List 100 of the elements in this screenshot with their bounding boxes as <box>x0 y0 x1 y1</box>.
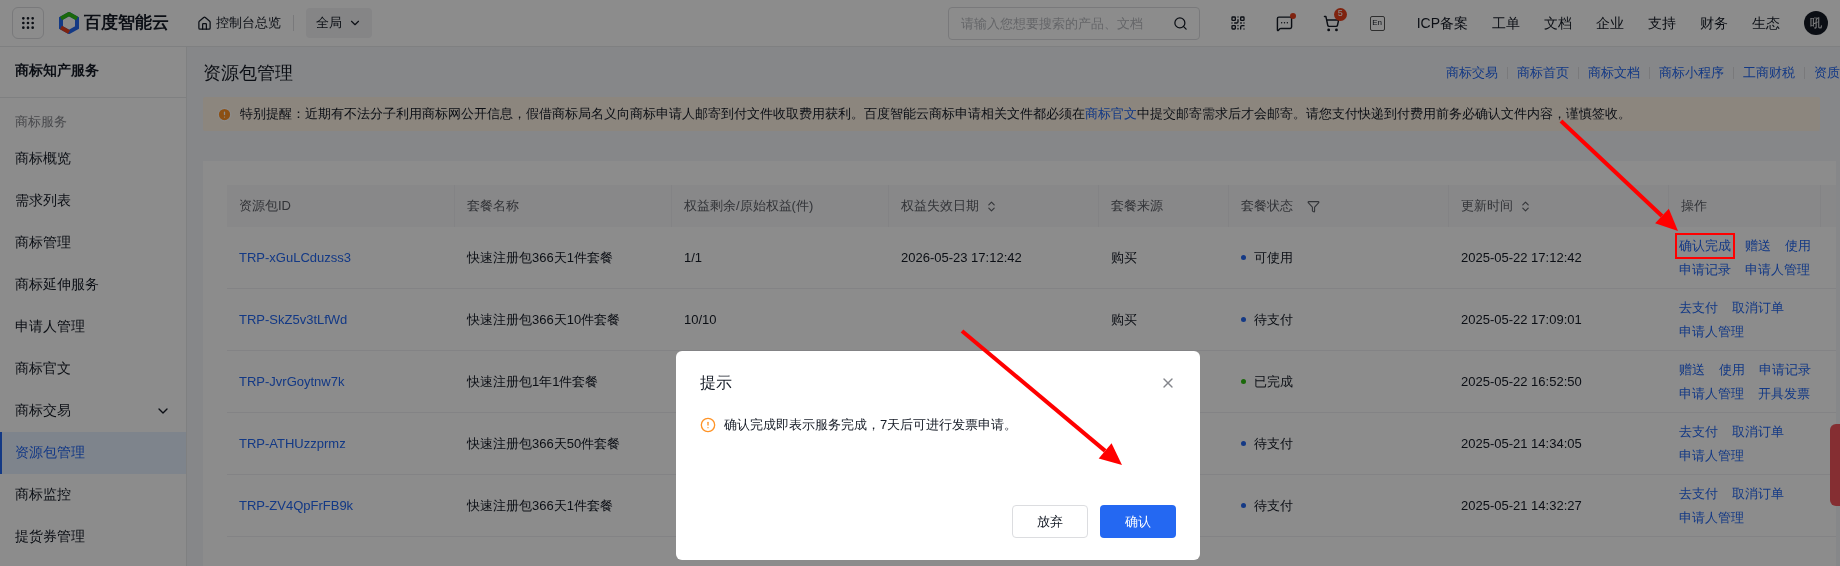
column-header[interactable]: 权益失效日期 <box>901 196 998 216</box>
cancel-button[interactable]: 放弃 <box>1012 505 1088 538</box>
table-cell: 快速注册包1年1件套餐 <box>467 373 599 389</box>
action-link[interactable]: 取消订单 <box>1732 300 1784 315</box>
table-cell: 购买 <box>1111 249 1137 265</box>
nav-link[interactable]: 企业 <box>1596 12 1624 34</box>
notice-text: 特别提醒：近期有不法分子利用商标网公开信息，假借商标局名义向商标申请人邮寄到付文件收取费用获利。百度智能云商标申请相关文件都必须在商标官文中提交邮寄需求后才会邮寄。请您支付快递到付费用前务必确认文件内容，谨慎签收。 <box>240 105 1631 124</box>
warning-icon <box>217 106 232 122</box>
action-link[interactable]: 去支付 <box>1679 424 1718 439</box>
dialog-title: 提示 <box>700 373 732 393</box>
console-home-link[interactable]: 控制台总览 <box>197 13 281 33</box>
warning-icon <box>700 416 716 433</box>
nav-link[interactable]: 生态 <box>1752 12 1780 34</box>
header-link[interactable]: 资质 <box>1814 63 1840 83</box>
header-link[interactable]: 商标小程序 <box>1659 63 1724 83</box>
message-icon[interactable] <box>1275 14 1293 32</box>
status-text: 待支付 <box>1254 434 1293 453</box>
action-link[interactable]: 赠送 <box>1679 362 1705 377</box>
resource-id-link[interactable]: TRP-JvrGoytnw7k <box>239 373 345 389</box>
table-cell: 快速注册包366天1件套餐 <box>467 249 613 265</box>
action-link[interactable]: 申请记录 <box>1759 362 1811 377</box>
table-cell: 2025-05-22 17:09:01 <box>1461 311 1582 327</box>
nav-link[interactable]: 财务 <box>1700 12 1728 34</box>
search-icon <box>1172 15 1188 31</box>
header-link[interactable]: 商标文档 <box>1588 63 1640 83</box>
action-link[interactable]: 申请人管理 <box>1679 447 1744 463</box>
action-link[interactable]: 申请人管理 <box>1679 385 1744 401</box>
resource-id-link[interactable]: TRP-SkZ5v3tLfWd <box>239 311 348 327</box>
header-link[interactable]: 商标交易 <box>1446 63 1498 83</box>
scope-dropdown[interactable]: 全局 <box>306 8 372 38</box>
page-title: 资源包管理 <box>203 61 293 85</box>
table-cell: 快速注册包366天50件套餐 <box>467 435 621 451</box>
grid-icon <box>20 15 36 31</box>
column-header[interactable]: 套餐状态 <box>1241 196 1320 216</box>
action-link[interactable]: 取消订单 <box>1732 486 1784 501</box>
table-cell: 2025-05-22 16:52:50 <box>1461 373 1582 389</box>
table-cell: 2025-05-22 17:12:42 <box>1461 249 1582 265</box>
confirm-button[interactable]: 确认 <box>1100 505 1176 538</box>
column-header: 套餐来源 <box>1111 197 1163 216</box>
action-link[interactable]: 使用 <box>1785 238 1811 253</box>
action-link[interactable]: 申请记录 <box>1679 261 1731 277</box>
action-link[interactable]: 去支付 <box>1679 486 1718 501</box>
sidebar-item[interactable]: 需求列表 <box>0 179 186 222</box>
column-header: 资源包ID <box>239 197 291 216</box>
table-cell: 购买 <box>1111 311 1137 327</box>
status-text: 待支付 <box>1254 496 1293 515</box>
action-link[interactable]: 去支付 <box>1679 300 1718 315</box>
home-icon <box>197 15 212 31</box>
action-link[interactable]: 申请人管理 <box>1679 323 1744 339</box>
nav-link[interactable]: 支持 <box>1648 12 1676 34</box>
sort-icon[interactable] <box>985 199 998 213</box>
sort-icon[interactable] <box>1519 199 1532 213</box>
sidebar-item[interactable]: 资源包管理 <box>0 431 186 474</box>
nav-link[interactable]: 文档 <box>1544 12 1572 34</box>
apps-menu-button[interactable] <box>12 7 44 39</box>
notice-link[interactable]: 商标官文 <box>1085 106 1137 122</box>
action-link[interactable]: 确认完成 <box>1679 238 1731 253</box>
nav-link[interactable]: ICP备案 <box>1416 12 1468 34</box>
status-text: 可使用 <box>1254 248 1293 267</box>
sidebar-section-label: 商标服务 <box>14 113 68 131</box>
language-button[interactable]: En <box>1369 15 1385 31</box>
column-header: 套餐名称 <box>467 197 519 216</box>
sidebar-item[interactable]: 商标管理 <box>0 221 186 264</box>
action-link[interactable]: 申请人管理 <box>1745 261 1810 277</box>
sidebar-item[interactable]: 商标交易 <box>0 389 186 432</box>
header-link[interactable]: 商标首页 <box>1517 63 1569 83</box>
table-cell: 快速注册包366天1件套餐 <box>467 497 613 513</box>
resource-id-link[interactable]: TRP-xGuLCduzss3 <box>239 249 351 265</box>
table-cell: 2025-05-21 14:34:05 <box>1461 435 1582 451</box>
action-link[interactable]: 取消订单 <box>1732 424 1784 439</box>
nav-link[interactable]: 工单 <box>1492 12 1520 34</box>
user-avatar[interactable]: 吼 <box>1804 11 1828 35</box>
logo-text: 百度智能云 <box>84 12 169 35</box>
sidebar-item[interactable]: 商标延伸服务 <box>0 263 186 306</box>
action-link[interactable]: 赠送 <box>1745 238 1771 253</box>
table-cell: 2026-05-23 17:12:42 <box>901 249 1022 265</box>
action-link[interactable]: 使用 <box>1719 362 1745 377</box>
sidebar-item[interactable]: 商标官文 <box>0 347 186 390</box>
table-cell: 10/10 <box>684 311 717 327</box>
qr-code-icon[interactable] <box>1229 15 1246 31</box>
resource-id-link[interactable]: TRP-ZV4QpFrFB9k <box>239 497 354 513</box>
header-link[interactable]: 工商财税 <box>1743 63 1795 83</box>
status-text: 已完成 <box>1254 372 1293 391</box>
cart-badge: 5 <box>1333 7 1347 21</box>
dialog-message: 确认完成即表示服务完成，7天后可进行发票申请。 <box>724 416 1018 434</box>
resource-id-link[interactable]: TRP-ATHUzzprmz <box>239 435 346 451</box>
filter-icon[interactable] <box>1307 199 1320 213</box>
sidebar-item[interactable]: 提货券管理 <box>0 515 186 558</box>
table-cell: 快速注册包366天10件套餐 <box>467 311 621 327</box>
logo-icon <box>58 12 80 34</box>
sidebar-title: 商标知产服务 <box>0 47 186 98</box>
cart-icon[interactable] <box>1322 14 1340 32</box>
action-link[interactable]: 申请人管理 <box>1679 509 1744 525</box>
sidebar-item[interactable]: 申请人管理 <box>0 305 186 348</box>
status-text: 待支付 <box>1254 310 1293 329</box>
column-header: 权益剩余/原始权益(件) <box>684 197 814 216</box>
action-link[interactable]: 开具发票 <box>1758 385 1810 401</box>
column-header[interactable]: 更新时间 <box>1461 196 1532 216</box>
table-cell: 2025-05-21 14:32:27 <box>1461 497 1582 513</box>
sidebar-item[interactable]: 商标概览 <box>0 137 186 180</box>
